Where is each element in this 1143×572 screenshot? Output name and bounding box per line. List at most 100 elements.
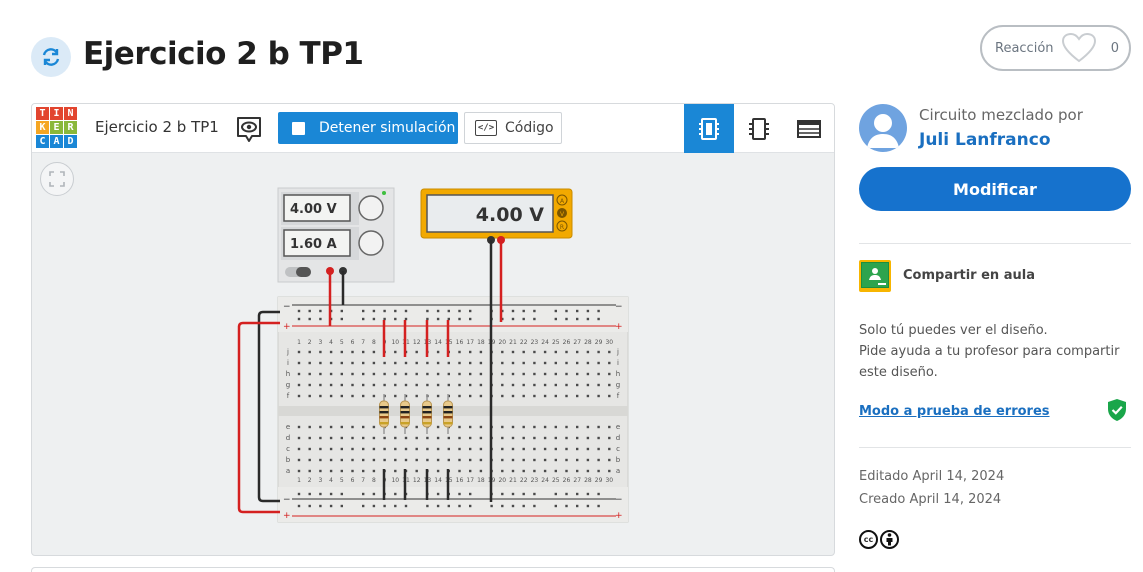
breadboard-hole[interactable]: [533, 372, 536, 376]
rail-hole[interactable]: [522, 504, 525, 508]
rail-hole[interactable]: [511, 504, 515, 508]
rail-hole[interactable]: [458, 492, 461, 496]
license-icons[interactable]: cc: [859, 530, 899, 549]
breadboard-hole[interactable]: [340, 372, 343, 376]
rail-hole[interactable]: [383, 504, 386, 508]
rail-hole[interactable]: [458, 317, 461, 321]
breadboard-hole[interactable]: [469, 436, 472, 440]
breadboard-hole[interactable]: [394, 469, 397, 473]
breadboard-hole[interactable]: [543, 350, 547, 354]
breadboard-hole[interactable]: [586, 394, 590, 398]
breadboard-hole[interactable]: [576, 447, 579, 451]
breadboard-hole[interactable]: [597, 447, 600, 451]
breadboard-hole[interactable]: [565, 447, 568, 451]
breadboard-hole[interactable]: [404, 383, 408, 387]
breadboard-hole[interactable]: [404, 436, 408, 440]
breadboard-hole[interactable]: [608, 458, 611, 462]
rail-hole[interactable]: [319, 504, 322, 508]
power-supply[interactable]: 4.00 V 1.60 A: [277, 187, 395, 283]
breadboard-hole[interactable]: [404, 447, 408, 451]
rail-hole[interactable]: [554, 492, 557, 496]
breadboard-hole[interactable]: [415, 394, 418, 398]
rail-hole[interactable]: [362, 504, 365, 508]
breadboard-hole[interactable]: [351, 383, 354, 387]
breadboard-hole[interactable]: [394, 350, 397, 354]
breadboard-hole[interactable]: [533, 361, 536, 365]
breadboard-hole[interactable]: [329, 361, 333, 365]
breadboard-hole[interactable]: [436, 469, 440, 473]
breadboard-hole[interactable]: [436, 361, 440, 365]
breadboard-hole[interactable]: [436, 394, 440, 398]
breadboard-hole[interactable]: [479, 436, 483, 440]
breadboard-hole[interactable]: [362, 350, 365, 354]
breadboard-hole[interactable]: [543, 394, 547, 398]
breadboard-hole[interactable]: [297, 361, 301, 365]
breadboard-hole[interactable]: [586, 469, 590, 473]
breadboard-hole[interactable]: [415, 436, 418, 440]
breadboard-hole[interactable]: [554, 425, 557, 429]
rail-hole[interactable]: [447, 309, 450, 313]
rail-hole[interactable]: [554, 309, 557, 313]
breadboard-hole[interactable]: [319, 361, 322, 365]
tinkercad-logo[interactable]: T I N K E R C A D: [36, 107, 77, 148]
breadboard-hole[interactable]: [586, 447, 590, 451]
breadboard-hole[interactable]: [554, 436, 557, 440]
rail-hole[interactable]: [533, 504, 536, 508]
breadboard-hole[interactable]: [329, 394, 333, 398]
breadboard-hole[interactable]: [308, 383, 311, 387]
breadboard-hole[interactable]: [533, 425, 536, 429]
breadboard-hole[interactable]: [372, 447, 376, 451]
breadboard-hole[interactable]: [447, 436, 450, 440]
breadboard-hole[interactable]: [362, 372, 365, 376]
rail-hole[interactable]: [576, 309, 579, 313]
breadboard-hole[interactable]: [362, 447, 365, 451]
rail-hole[interactable]: [383, 317, 386, 321]
breadboard-hole[interactable]: [597, 425, 600, 429]
rail-hole[interactable]: [436, 317, 440, 321]
breadboard-hole[interactable]: [543, 425, 547, 429]
rail-hole[interactable]: [522, 317, 525, 321]
breadboard-hole[interactable]: [586, 458, 590, 462]
breadboard-hole[interactable]: [351, 394, 354, 398]
breadboard-hole[interactable]: [394, 383, 397, 387]
breadboard-hole[interactable]: [511, 394, 515, 398]
breadboard-hole[interactable]: [522, 394, 525, 398]
rail-hole[interactable]: [372, 309, 376, 313]
rail-hole[interactable]: [404, 317, 408, 321]
breadboard-hole[interactable]: [415, 383, 418, 387]
breadboard-hole[interactable]: [597, 436, 600, 440]
rail-hole[interactable]: [586, 317, 590, 321]
rail-hole[interactable]: [576, 317, 579, 321]
voltage-knob[interactable]: [358, 195, 384, 221]
rail-hole[interactable]: [469, 317, 472, 321]
rail-hole[interactable]: [469, 492, 472, 496]
breadboard-hole[interactable]: [426, 372, 429, 376]
breadboard-hole[interactable]: [576, 394, 579, 398]
breadboard-hole[interactable]: [511, 436, 515, 440]
breadboard-hole[interactable]: [319, 469, 322, 473]
breadboard-hole[interactable]: [511, 469, 515, 473]
breadboard-hole[interactable]: [447, 458, 450, 462]
breadboard-hole[interactable]: [469, 447, 472, 451]
breadboard-hole[interactable]: [394, 394, 397, 398]
breadboard-hole[interactable]: [501, 383, 504, 387]
breadboard-hole[interactable]: [543, 372, 547, 376]
breadboard-hole[interactable]: [426, 361, 429, 365]
breadboard-hole[interactable]: [351, 425, 354, 429]
breadboard-hole[interactable]: [415, 469, 418, 473]
safe-mode-link[interactable]: Modo a prueba de errores: [859, 404, 1050, 419]
rail-hole[interactable]: [426, 317, 429, 321]
breadboard-hole[interactable]: [362, 458, 365, 462]
rail-hole[interactable]: [436, 504, 440, 508]
breadboard-hole[interactable]: [533, 383, 536, 387]
multimeter[interactable]: 4.00 V A V R: [420, 188, 573, 244]
breadboard-hole[interactable]: [522, 436, 525, 440]
breadboard-hole[interactable]: [533, 447, 536, 451]
breadboard-hole[interactable]: [608, 447, 611, 451]
rail-hole[interactable]: [362, 317, 365, 321]
breadboard-hole[interactable]: [329, 436, 333, 440]
breadboard-hole[interactable]: [565, 372, 568, 376]
breadboard-hole[interactable]: [340, 447, 343, 451]
breadboard-hole[interactable]: [319, 372, 322, 376]
breadboard-hole[interactable]: [576, 458, 579, 462]
